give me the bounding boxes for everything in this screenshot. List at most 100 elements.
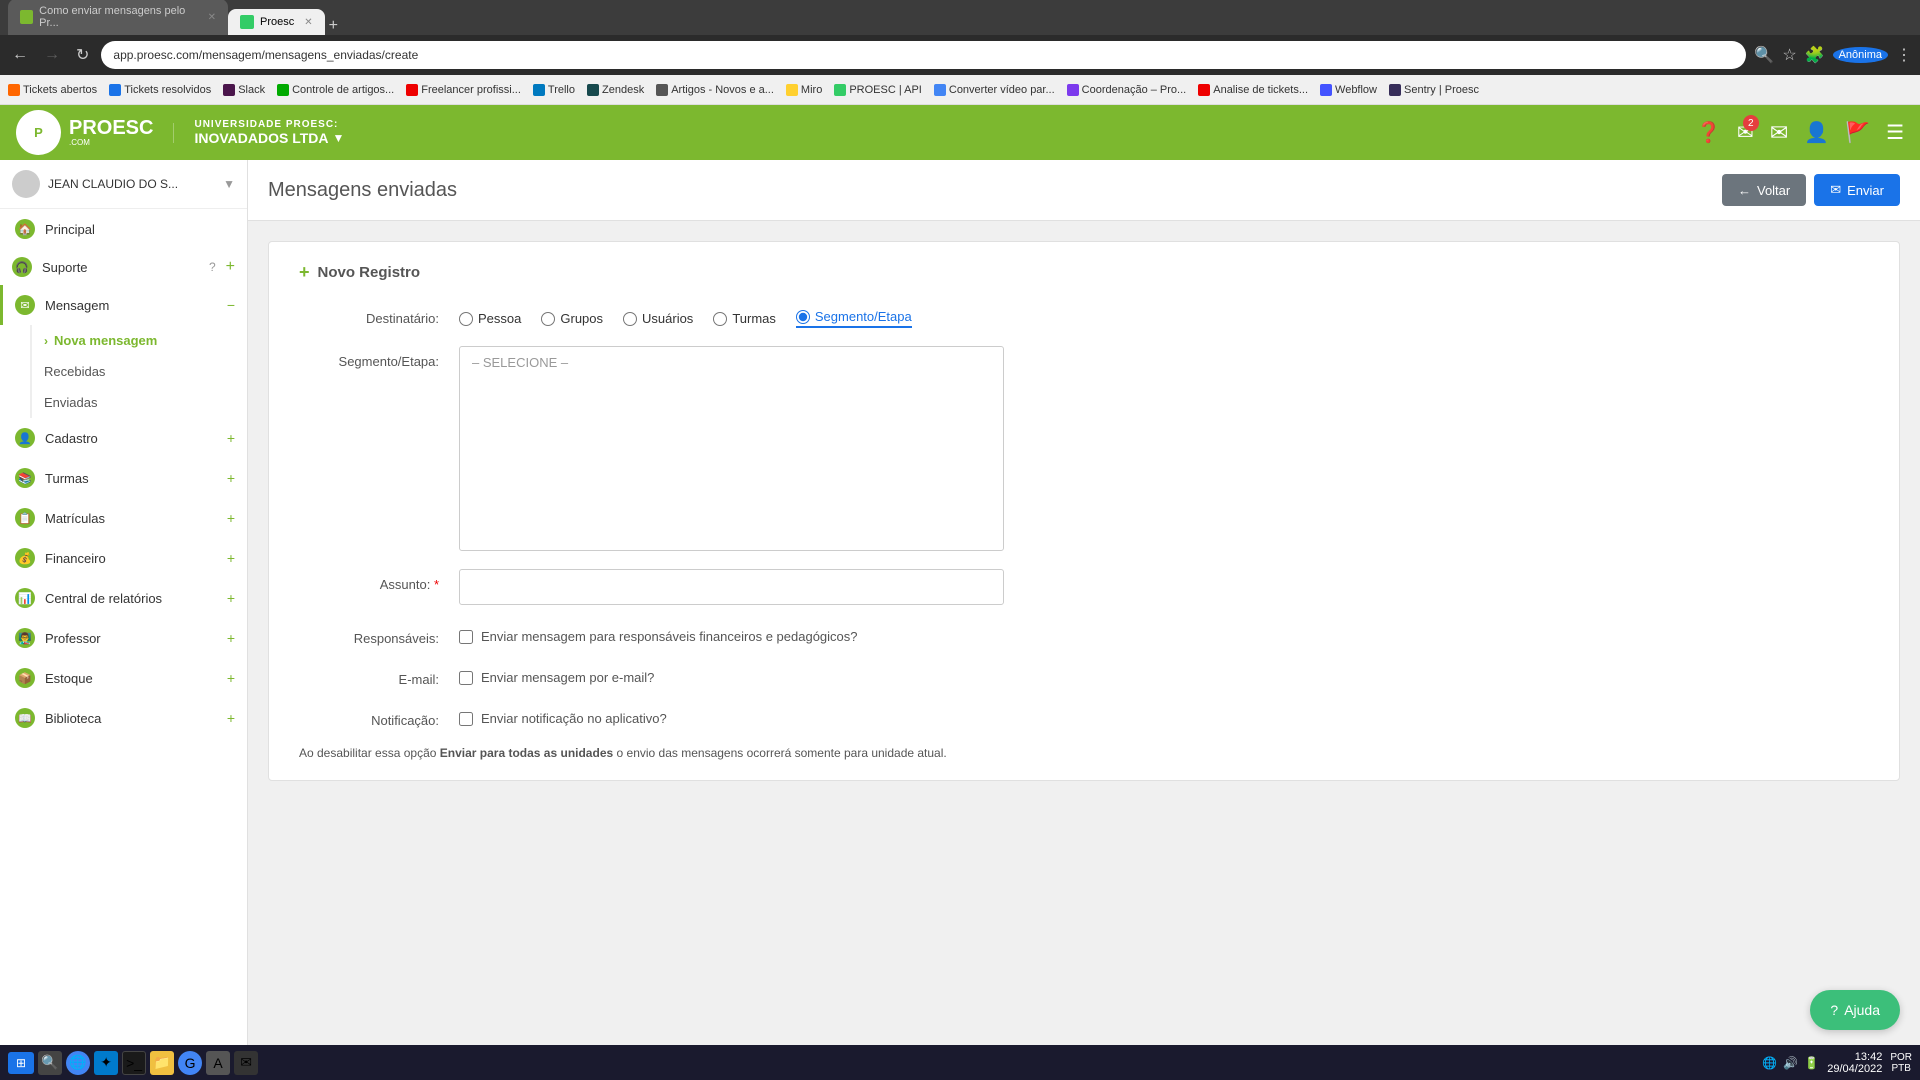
url-bar[interactable]: app.proesc.com/mensagem/mensagens_enviad… — [101, 41, 1746, 69]
help-icon[interactable]: ❓ — [1696, 120, 1721, 145]
submenu-enviadas[interactable]: Enviadas — [32, 387, 247, 418]
bookmark-controle[interactable]: Controle de artigos... — [277, 84, 394, 96]
turmas-expand-icon[interactable]: + — [227, 470, 235, 486]
bookmark-sentry[interactable]: Sentry | Proesc — [1389, 84, 1479, 96]
relatorios-expand-icon[interactable]: + — [227, 590, 235, 606]
email-checkbox-label[interactable]: Enviar mensagem por e-mail? — [459, 664, 1869, 685]
bookmark-webflow[interactable]: Webflow — [1320, 84, 1377, 96]
suporte-help-icon[interactable]: ? — [209, 260, 216, 274]
matriculas-expand-icon[interactable]: + — [227, 510, 235, 526]
professor-expand-icon[interactable]: + — [227, 630, 235, 646]
estoque-expand-icon[interactable]: + — [227, 670, 235, 686]
bookmark-artigos[interactable]: Artigos - Novos e a... — [656, 84, 774, 96]
radio-usuarios[interactable]: Usuários — [623, 311, 693, 326]
financeiro-expand-icon[interactable]: + — [227, 550, 235, 566]
tab-active[interactable]: Proesc ✕ — [228, 9, 325, 35]
radio-segmento-input[interactable] — [796, 310, 810, 324]
taskbar-search-icon[interactable]: 🔍 — [38, 1051, 62, 1075]
submenu-nova-mensagem[interactable]: › Nova mensagem — [32, 325, 247, 356]
ajuda-button[interactable]: ? Ajuda — [1810, 990, 1900, 1030]
tab-close-2[interactable]: ✕ — [304, 17, 312, 28]
bookmark-analise[interactable]: Analise de tickets... — [1198, 84, 1308, 96]
sidebar-item-professor[interactable]: 👨‍🏫 Professor + — [0, 618, 247, 658]
assunto-input[interactable] — [459, 569, 1004, 605]
bookmark-tickets-abertos[interactable]: Tickets abertos — [8, 84, 97, 96]
taskbar-mail-icon[interactable]: ✉ — [234, 1051, 258, 1075]
star-icon[interactable]: ☆ — [1782, 45, 1796, 65]
tab-close-1[interactable]: ✕ — [208, 12, 216, 23]
cadastro-expand-icon[interactable]: + — [227, 430, 235, 446]
sidebar-item-turmas[interactable]: 📚 Turmas + — [0, 458, 247, 498]
taskbar-chrome2-icon[interactable]: G — [178, 1051, 202, 1075]
tab-inactive[interactable]: Como enviar mensagens pelo Pr... ✕ — [8, 0, 228, 35]
bookmark-miro[interactable]: Miro — [786, 84, 822, 96]
taskbar-app-icon[interactable]: A — [206, 1051, 230, 1075]
notificacao-checkbox[interactable] — [459, 712, 473, 726]
bookmark-favicon-4 — [277, 84, 289, 96]
extensions-icon[interactable]: 🧩 — [1805, 45, 1825, 65]
user-circle-icon[interactable]: Anônima — [1833, 47, 1888, 63]
send-button[interactable]: ✉ Enviar — [1814, 174, 1900, 206]
taskbar-vscode-icon[interactable]: ✦ — [94, 1051, 118, 1075]
radio-pessoa[interactable]: Pessoa — [459, 311, 521, 326]
back-nav-button[interactable]: ← — [8, 42, 32, 68]
clock-display: 13:42 29/04/2022 — [1827, 1051, 1882, 1075]
sidebar-item-cadastro[interactable]: 👤 Cadastro + — [0, 418, 247, 458]
mail-icon[interactable]: ✉ — [1770, 120, 1788, 146]
radio-grupos[interactable]: Grupos — [541, 311, 603, 326]
sidebar-item-estoque[interactable]: 📦 Estoque + — [0, 658, 247, 698]
sidebar-item-financeiro[interactable]: 💰 Financeiro + — [0, 538, 247, 578]
taskbar-terminal-icon[interactable]: >_ — [122, 1051, 146, 1075]
start-button[interactable]: ⊞ — [8, 1052, 34, 1074]
taskbar-chrome-icon[interactable]: 🌐 — [66, 1051, 90, 1075]
search-icon[interactable]: 🔍 — [1754, 45, 1774, 65]
radio-turmas-input[interactable] — [713, 312, 727, 326]
chevron-down-icon[interactable]: ▼ — [333, 131, 345, 145]
taskbar-explorer-icon[interactable]: 📁 — [150, 1051, 174, 1075]
bookmark-freelancer[interactable]: Freelancer profissi... — [406, 84, 521, 96]
radio-turmas[interactable]: Turmas — [713, 311, 776, 326]
back-button[interactable]: ← Voltar — [1722, 174, 1806, 206]
notifications-icon[interactable]: ✉ 2 — [1737, 120, 1754, 145]
bookmark-proesc-api[interactable]: PROESC | API — [834, 84, 922, 96]
responsaveis-checkbox-label[interactable]: Enviar mensagem para responsáveis financ… — [459, 623, 1869, 644]
segmento-select-box[interactable]: – SELECIONE – — [459, 346, 1004, 551]
bookmark-trello[interactable]: Trello — [533, 84, 575, 96]
bookmark-converter[interactable]: Converter vídeo par... — [934, 84, 1055, 96]
sidebar-item-biblioteca[interactable]: 📖 Biblioteca + — [0, 698, 247, 738]
bookmark-zendesk[interactable]: Zendesk — [587, 84, 644, 96]
radio-grupos-input[interactable] — [541, 312, 555, 326]
matriculas-label: Matrículas — [45, 511, 217, 526]
financeiro-icon: 💰 — [15, 548, 35, 568]
responsaveis-checkbox[interactable] — [459, 630, 473, 644]
bookmark-tickets-resolvidos[interactable]: Tickets resolvidos — [109, 84, 211, 96]
user-bar[interactable]: JEAN CLAUDIO DO S... ▼ — [0, 160, 247, 209]
radio-pessoa-input[interactable] — [459, 312, 473, 326]
new-tab-button[interactable]: + — [329, 17, 338, 35]
radio-segmento[interactable]: Segmento/Etapa — [796, 309, 912, 328]
mensagem-collapse-icon[interactable]: − — [227, 297, 235, 313]
forward-nav-button[interactable]: → — [40, 42, 64, 68]
sidebar-item-mensagem[interactable]: ✉ Mensagem − — [0, 285, 247, 325]
flag-icon[interactable]: 🚩 — [1845, 120, 1870, 145]
sidebar-item-relatorios[interactable]: 📊 Central de relatórios + — [0, 578, 247, 618]
user-icon[interactable]: 👤 — [1804, 120, 1829, 145]
sidebar-item-matriculas[interactable]: 📋 Matrículas + — [0, 498, 247, 538]
bookmark-coordenacao[interactable]: Coordenação – Pro... — [1067, 84, 1187, 96]
bookmark-slack[interactable]: Slack — [223, 84, 265, 96]
submenu-recebidas[interactable]: Recebidas — [32, 356, 247, 387]
email-checkbox[interactable] — [459, 671, 473, 685]
professor-icon: 👨‍🏫 — [15, 628, 35, 648]
sidebar-item-principal[interactable]: 🏠 Principal — [0, 209, 247, 249]
sidebar-item-suporte[interactable]: 🎧 Suporte ? + — [0, 249, 247, 285]
suporte-add-icon[interactable]: + — [226, 258, 235, 276]
biblioteca-expand-icon[interactable]: + — [227, 710, 235, 726]
bookmark-favicon-7 — [587, 84, 599, 96]
radio-usuarios-input[interactable] — [623, 312, 637, 326]
bookmark-label-14: Webflow — [1335, 84, 1377, 96]
menu-icon[interactable]: ⋮ — [1896, 45, 1912, 65]
menu-hamburger-icon[interactable]: ☰ — [1886, 120, 1904, 145]
reload-button[interactable]: ↻ — [72, 41, 93, 69]
header-right: ❓ ✉ 2 ✉ 👤 🚩 ☰ — [1696, 120, 1904, 146]
notificacao-checkbox-label[interactable]: Enviar notificação no aplicativo? — [459, 705, 1869, 726]
